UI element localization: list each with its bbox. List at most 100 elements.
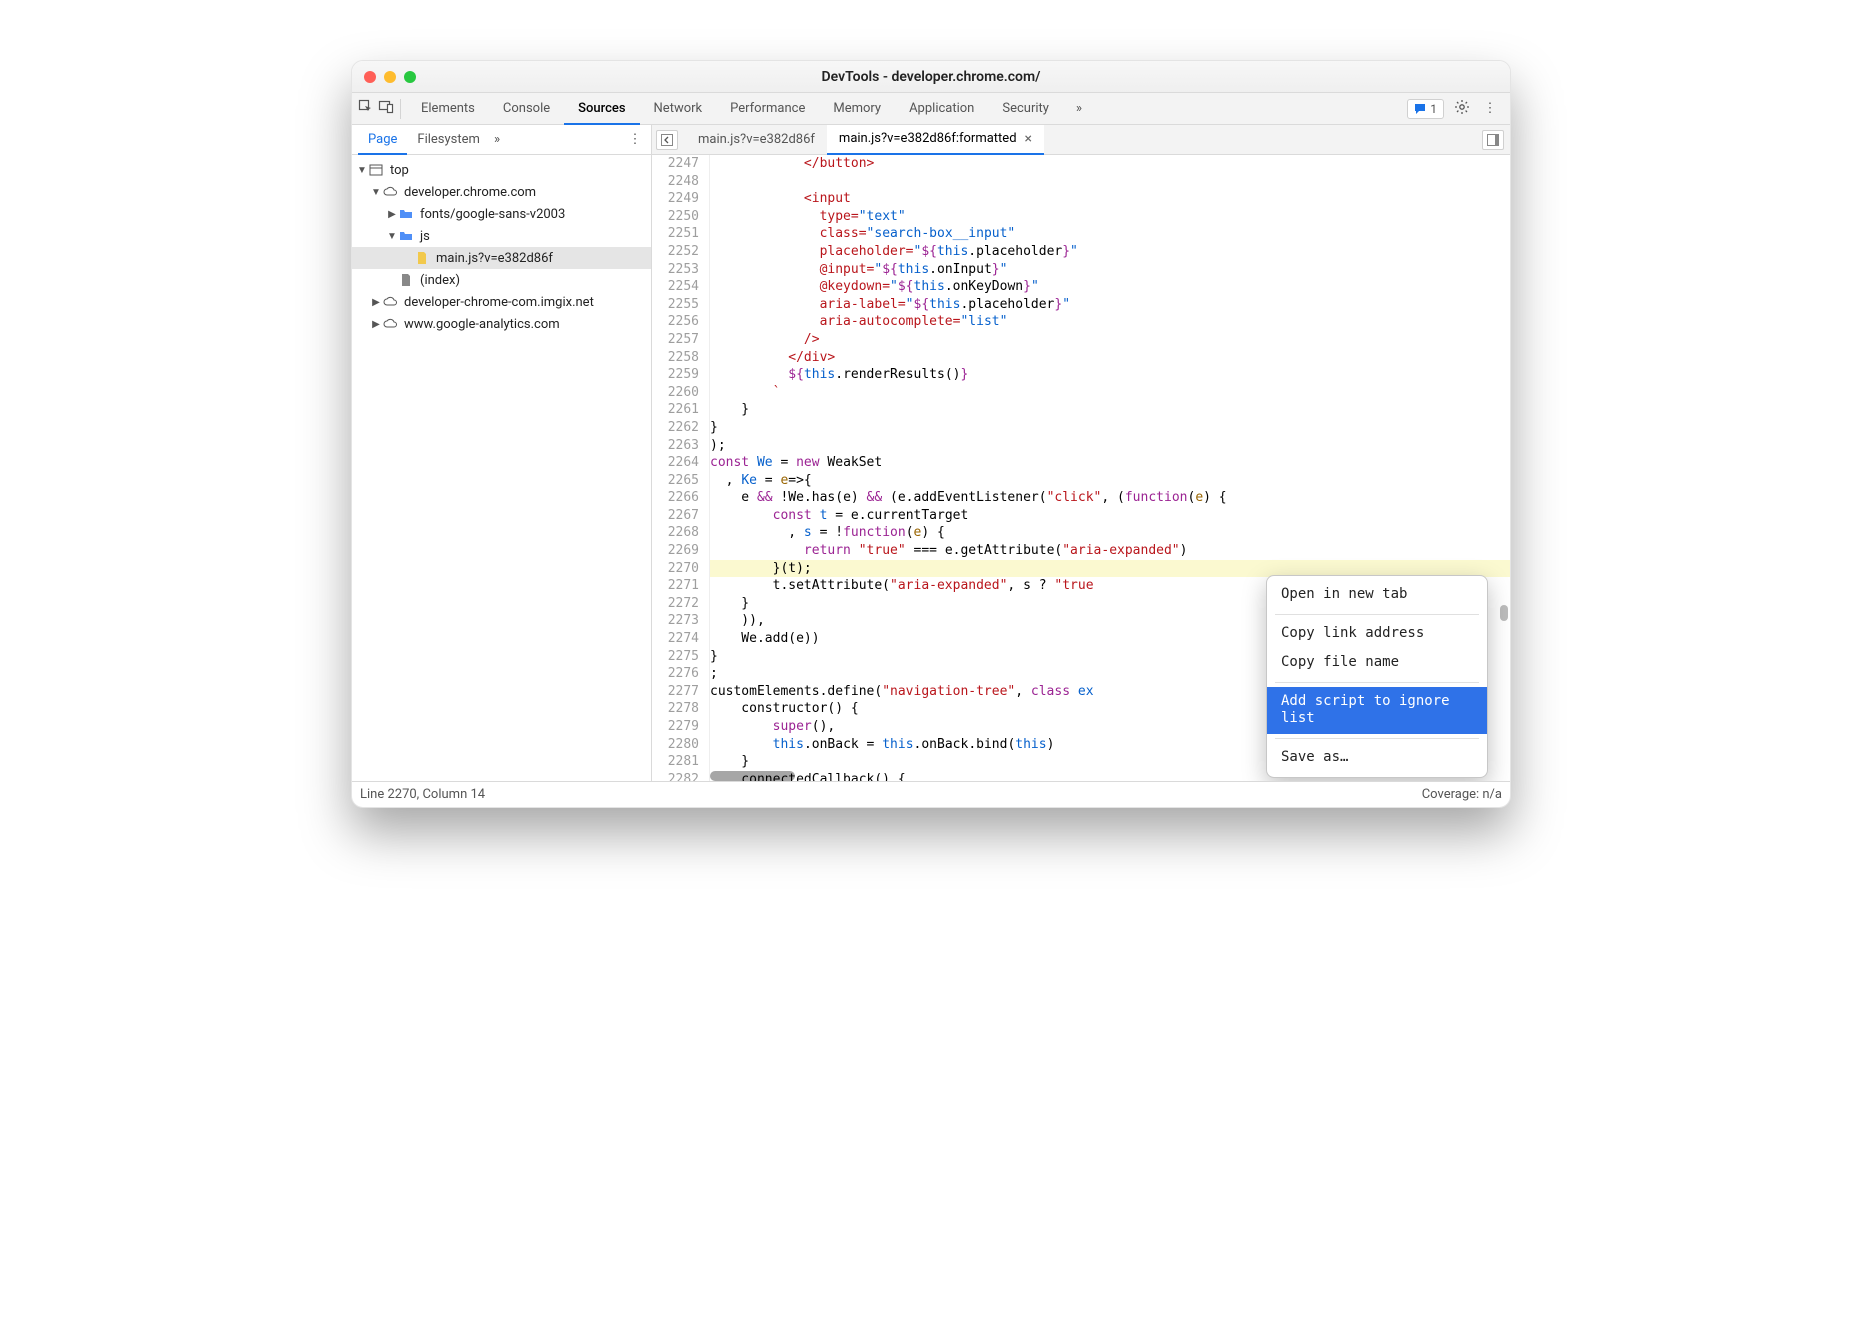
line-number[interactable]: 2271 [652,577,699,595]
line-number[interactable]: 2266 [652,489,699,507]
tree-domain[interactable]: ▼ developer.chrome.com [352,181,651,203]
line-number[interactable]: 2250 [652,208,699,226]
line-number[interactable]: 2263 [652,437,699,455]
code-line[interactable]: </button> [710,155,1510,173]
code-line[interactable]: class="search-box__input" [710,225,1510,243]
line-number[interactable]: 2254 [652,278,699,296]
tab-performance[interactable]: Performance [716,93,819,125]
sidebar-kebab-icon[interactable]: ⋮ [625,132,645,147]
line-number[interactable]: 2247 [652,155,699,173]
code-line[interactable]: @keydown="${this.onKeyDown}" [710,278,1510,296]
code-line[interactable]: e && !We.has(e) && (e.addEventListener("… [710,489,1510,507]
vertical-scrollbar[interactable] [1500,605,1508,621]
context-menu-item[interactable]: Add script to ignore list [1267,687,1487,734]
tree-top[interactable]: ▼ top [352,159,651,181]
file-tab[interactable]: main.js?v=e382d86f:formatted× [827,125,1044,155]
tab-security[interactable]: Security [988,93,1063,125]
tab-console[interactable]: Console [489,93,564,125]
line-number[interactable]: 2257 [652,331,699,349]
line-number[interactable]: 2248 [652,173,699,191]
line-number[interactable]: 2262 [652,419,699,437]
line-number[interactable]: 2253 [652,261,699,279]
code-line[interactable]: <input [710,190,1510,208]
tree-domain[interactable]: ▶ www.google-analytics.com [352,313,651,335]
code-line[interactable]: </div> [710,349,1510,367]
context-menu-item[interactable]: Save as… [1267,743,1487,773]
line-number[interactable]: 2279 [652,718,699,736]
code-line[interactable]: return "true" === e.getAttribute("aria-e… [710,542,1510,560]
line-number[interactable]: 2249 [652,190,699,208]
line-number[interactable]: 2260 [652,384,699,402]
tab-network[interactable]: Network [640,93,717,125]
tree-file-index[interactable]: (index) [352,269,651,291]
device-toggle-icon[interactable] [378,99,394,119]
line-number[interactable]: 2268 [652,524,699,542]
code-line[interactable]: } [710,401,1510,419]
line-number[interactable]: 2276 [652,665,699,683]
line-number[interactable]: 2275 [652,648,699,666]
code-line[interactable]: ${this.renderResults()} [710,366,1510,384]
line-number[interactable]: 2272 [652,595,699,613]
tree-folder[interactable]: ▶ fonts/google-sans-v2003 [352,203,651,225]
line-number[interactable]: 2252 [652,243,699,261]
line-number[interactable]: 2277 [652,683,699,701]
code-line[interactable]: const We = new WeakSet [710,454,1510,472]
close-window-button[interactable] [364,71,376,83]
code-line[interactable]: placeholder="${this.placeholder}" [710,243,1510,261]
gear-icon[interactable] [1454,99,1470,119]
maximize-window-button[interactable] [404,71,416,83]
line-number[interactable]: 2269 [652,542,699,560]
line-number[interactable]: 2278 [652,700,699,718]
code-line[interactable]: ` [710,384,1510,402]
code-editor[interactable]: 2247224822492250225122522253225422552256… [652,155,1510,781]
tree-domain[interactable]: ▶ developer-chrome-com.imgix.net [352,291,651,313]
sidebar-tab-filesystem[interactable]: Filesystem [407,125,490,155]
code-line[interactable]: aria-label="${this.placeholder}" [710,296,1510,314]
tab-sources[interactable]: Sources [564,93,639,125]
line-number[interactable]: 2281 [652,753,699,771]
line-number[interactable]: 2274 [652,630,699,648]
tab-elements[interactable]: Elements [407,93,489,125]
nav-back-button[interactable] [656,130,678,150]
code-line[interactable]: ); [710,437,1510,455]
code-line[interactable]: type="text" [710,208,1510,226]
line-number[interactable]: 2264 [652,454,699,472]
code-line[interactable]: @input="${this.onInput}" [710,261,1510,279]
toggle-sidebar-button[interactable] [1482,130,1504,150]
sidebar-tab-page[interactable]: Page [358,125,407,155]
line-number[interactable]: 2256 [652,313,699,331]
issues-badge[interactable]: 1 [1407,99,1444,119]
kebab-menu-icon[interactable]: ⋮ [1480,101,1500,116]
sidebar-more-tabs[interactable]: » [494,132,500,147]
line-number[interactable]: 2255 [652,296,699,314]
line-number[interactable]: 2270 [652,560,699,578]
tab-memory[interactable]: Memory [819,93,895,125]
line-number[interactable]: 2273 [652,612,699,630]
tree-folder-js[interactable]: ▼ js [352,225,651,247]
line-number[interactable]: 2251 [652,225,699,243]
code-line[interactable]: /> [710,331,1510,349]
code-line[interactable] [710,173,1510,191]
code-line[interactable]: const t = e.currentTarget [710,507,1510,525]
file-tab[interactable]: main.js?v=e382d86f [686,125,827,155]
line-number[interactable]: 2259 [652,366,699,384]
minimize-window-button[interactable] [384,71,396,83]
context-menu-item[interactable]: Copy file name [1267,648,1487,678]
context-menu-item[interactable]: Copy link address [1267,619,1487,649]
line-number[interactable]: 2267 [652,507,699,525]
file-tree[interactable]: ▼ top ▼ developer.chrome.com ▶ fonts/goo… [352,155,651,781]
code-line[interactable]: , Ke = e=>{ [710,472,1510,490]
horizontal-scrollbar[interactable] [710,771,795,781]
code-line[interactable]: } [710,419,1510,437]
tab-application[interactable]: Application [895,93,988,125]
line-number[interactable]: 2282 [652,771,699,781]
line-number[interactable]: 2280 [652,736,699,754]
close-tab-icon[interactable]: × [1025,124,1032,154]
inspect-icon[interactable] [358,99,374,119]
line-number[interactable]: 2261 [652,401,699,419]
code-line[interactable]: aria-autocomplete="list" [710,313,1510,331]
code-line[interactable]: , s = !function(e) { [710,524,1510,542]
more-tabs-button[interactable]: » [1067,101,1091,116]
line-number[interactable]: 2265 [652,472,699,490]
line-number[interactable]: 2258 [652,349,699,367]
